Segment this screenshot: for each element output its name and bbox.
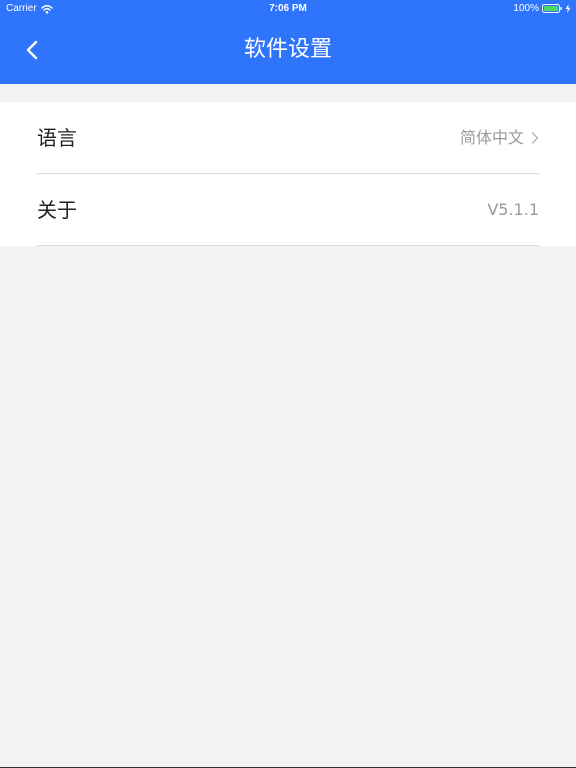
language-value: 简体中文 bbox=[459, 128, 524, 147]
settings-list: 语言 简体中文 关于 V5.1.1 bbox=[0, 102, 576, 246]
battery-icon bbox=[542, 4, 562, 13]
nav-bar: 软件设置 bbox=[0, 18, 576, 84]
header: Carrier 7:06 PM 100% 软件设置 bbox=[0, 0, 576, 84]
charging-bolt-icon bbox=[565, 4, 571, 13]
status-right: 100% bbox=[513, 3, 571, 14]
row-divider bbox=[37, 245, 539, 246]
about-label: 关于 bbox=[37, 198, 77, 222]
page-title: 软件设置 bbox=[243, 37, 332, 62]
about-value-wrap: V5.1.1 bbox=[487, 174, 539, 246]
status-bar: Carrier 7:06 PM 100% bbox=[0, 0, 576, 18]
settings-row-language[interactable]: 语言 简体中文 bbox=[0, 102, 576, 174]
chevron-left-icon bbox=[26, 40, 38, 60]
settings-row-about[interactable]: 关于 V5.1.1 bbox=[0, 174, 576, 246]
battery-percent: 100% bbox=[513, 3, 539, 14]
chevron-right-icon bbox=[531, 132, 539, 144]
back-button[interactable] bbox=[20, 36, 46, 64]
version-value: V5.1.1 bbox=[487, 200, 539, 219]
language-value-wrap: 简体中文 bbox=[460, 102, 539, 174]
status-time: 7:06 PM bbox=[269, 3, 307, 14]
language-label: 语言 bbox=[37, 126, 77, 150]
